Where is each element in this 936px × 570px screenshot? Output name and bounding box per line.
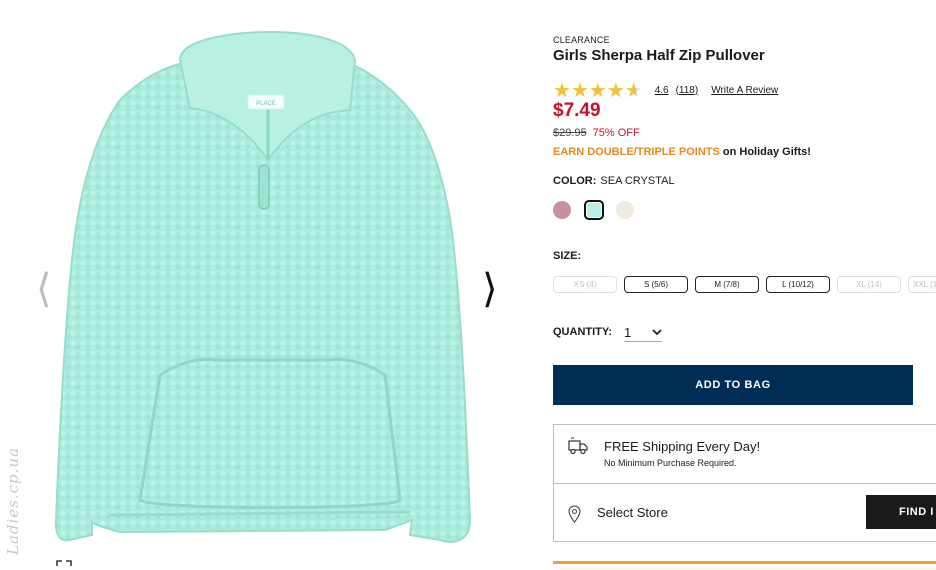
product-title: Girls Sherpa Half Zip Pullover [553,47,765,64]
swatch-mauve[interactable] [553,201,571,219]
size-button-xxl: XXL (16) [908,276,936,293]
add-to-bag-button[interactable]: ADD TO BAG [553,365,913,405]
size-button-xl: XL (14) [837,276,901,293]
size-button-l[interactable]: L (10/12) [766,276,830,293]
points-promo: EARN DOUBLE/TRIPLE POINTS on Holiday Gif… [553,146,811,158]
sale-price: $7.49 [553,100,601,121]
quantity-label: QUANTITY: [553,326,613,338]
rating-value-link[interactable]: 4.6 [655,85,669,96]
watermark: Ladies.cp.ua [4,446,22,555]
free-shipping-subtitle: No Minimum Purchase Required. [604,458,737,468]
panel-divider [553,483,936,484]
sherpa-pullover-image: PLACE [54,30,472,543]
size-button-m[interactable]: M (7/8) [695,276,759,293]
promo-rest-text: on Holiday Gifts! [719,146,811,158]
discount-label: 75% OFF [592,127,640,139]
find-store-button[interactable]: FIND I [866,495,936,529]
size-options: XS (4) S (5/6) M (7/8) L (10/12) XL (14)… [553,276,936,293]
chevron-down-icon [652,328,662,335]
expand-icon[interactable] [56,560,72,570]
swatch-sea-crystal-fill [587,203,601,217]
chevron-right-icon: ⟩ [482,266,498,312]
review-count-link[interactable]: (118) [676,85,699,96]
size-button-xs: XS (4) [553,276,617,293]
swatch-cream[interactable] [616,201,634,219]
location-pin-icon [568,505,581,523]
color-swatches [553,200,647,220]
promo-bar [553,561,936,564]
next-image-button[interactable]: ⟩ [482,266,498,312]
product-image-gallery: PLACE ⟨ ⟩ Ladies.cp.ua [0,0,540,566]
size-label: SIZE: [553,250,582,262]
star-icon: ★ [606,78,625,102]
previous-image-button[interactable]: ⟨ [36,266,52,312]
star-icon: ★ [624,78,643,102]
swatch-sea-crystal[interactable] [584,200,604,220]
brand-tag: PLACE [256,101,276,107]
star-icon: ★ [588,78,607,102]
clearance-badge: CLEARANCE [553,35,610,45]
price-comparison: $29.95 75% OFF [553,127,640,139]
write-review-link[interactable]: Write A Review [711,85,778,96]
star-rating[interactable]: ★ ★ ★ ★ ★ [553,80,643,100]
quantity-select[interactable]: 1 [624,323,662,342]
quantity-value: 1 [624,324,632,340]
select-store-label: Select Store [597,505,668,520]
size-button-s[interactable]: S (5/6) [624,276,688,293]
color-value: SEA CRYSTAL [600,175,675,187]
star-icon: ★ [570,78,589,102]
rating-row: ★ ★ ★ ★ ★ 4.6 (118) Write A Review [553,80,778,100]
promo-accent-text: EARN DOUBLE/TRIPLE POINTS [553,146,720,158]
original-price: $29.95 [553,127,587,139]
free-shipping-title: FREE Shipping Every Day! [604,439,761,454]
color-label: COLOR: [553,175,597,187]
star-icon: ★ [553,78,571,102]
chevron-left-icon: ⟨ [36,266,52,312]
color-selection: COLOR: SEA CRYSTAL [553,175,675,187]
truck-icon [568,437,588,455]
